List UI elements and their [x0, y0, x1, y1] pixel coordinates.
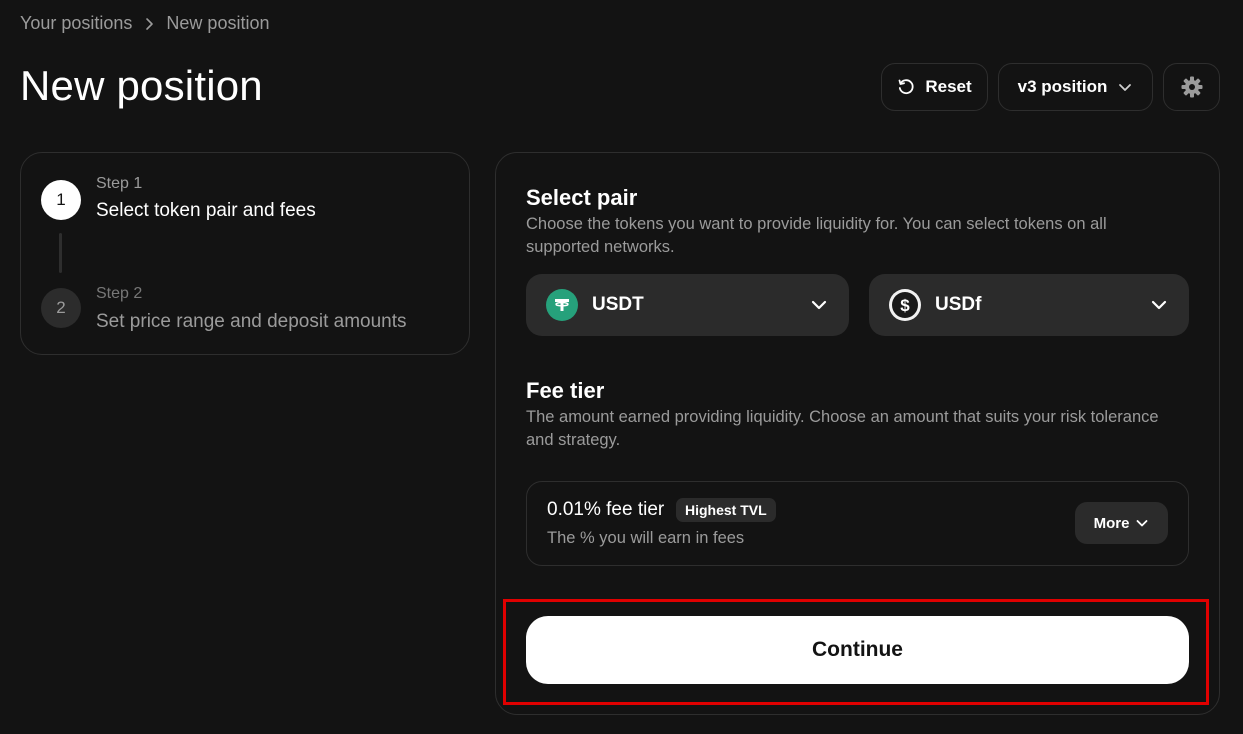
- chevron-down-icon: [809, 295, 829, 315]
- step-connector: [59, 233, 62, 273]
- reset-button[interactable]: Reset: [881, 63, 988, 111]
- more-fee-tiers-button[interactable]: More: [1075, 502, 1168, 544]
- svg-text:$: $: [900, 296, 910, 315]
- token-b-select[interactable]: $ USDf: [869, 274, 1189, 336]
- reset-label: Reset: [925, 77, 972, 96]
- step-2-number: 2: [41, 288, 81, 328]
- gear-icon: [1180, 75, 1204, 99]
- tether-icon: [546, 289, 578, 321]
- dollar-coin-icon: $: [889, 289, 921, 321]
- chevron-down-icon: [1135, 516, 1149, 530]
- reset-icon: [897, 78, 915, 96]
- fee-tier-label: 0.01% fee tier: [547, 499, 665, 520]
- page-title: New position: [20, 62, 263, 109]
- select-pair-description: Choose the tokens you want to provide li…: [526, 215, 1107, 256]
- fee-tier-sublabel: The % you will earn in fees: [547, 529, 745, 547]
- chevron-down-icon: [1149, 295, 1169, 315]
- chevron-down-icon: [1117, 79, 1133, 95]
- step-1-title: Select token pair and fees: [96, 200, 316, 221]
- step-1-number: 1: [41, 180, 81, 220]
- version-dropdown[interactable]: v3 position: [998, 63, 1153, 111]
- token-a-select[interactable]: USDT: [526, 274, 849, 336]
- chevron-right-icon: [142, 17, 156, 31]
- version-label: v3 position: [1017, 77, 1108, 96]
- toolbar: Reset v3 position: [881, 63, 1220, 111]
- breadcrumb-your-positions[interactable]: Your positions: [20, 13, 132, 34]
- fee-tier-selector: 0.01% fee tier Highest TVL The % you wil…: [526, 481, 1189, 566]
- fee-tier-description: The amount earned providing liquidity. C…: [526, 408, 1159, 449]
- step-1-kicker: Step 1: [96, 175, 143, 192]
- steps-card: 1 Step 1 Select token pair and fees 2 St…: [20, 152, 470, 355]
- select-pair-title: Select pair: [526, 185, 638, 210]
- step-2-title: Set price range and deposit amounts: [96, 311, 407, 332]
- breadcrumb-current: New position: [166, 13, 270, 33]
- continue-button[interactable]: Continue: [526, 616, 1189, 684]
- token-a-symbol: USDT: [592, 294, 644, 315]
- more-label: More: [1093, 514, 1130, 532]
- breadcrumb: Your positions New position: [20, 13, 269, 34]
- token-b-symbol: USDf: [935, 294, 982, 315]
- highest-tvl-badge: Highest TVL: [676, 498, 776, 522]
- fee-tier-title: Fee tier: [526, 378, 605, 403]
- settings-button[interactable]: [1163, 63, 1220, 111]
- step-2-kicker: Step 2: [96, 285, 143, 302]
